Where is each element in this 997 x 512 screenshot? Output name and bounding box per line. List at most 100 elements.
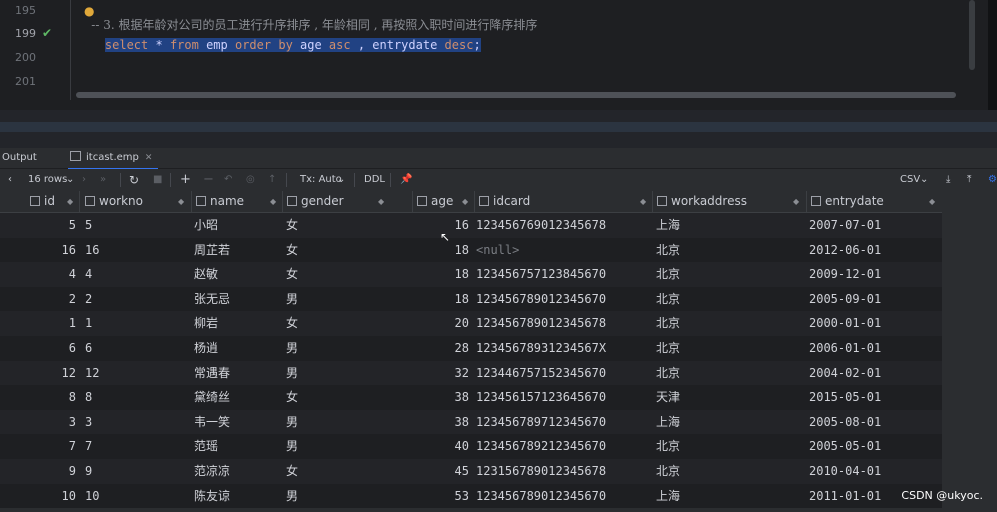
cell-age[interactable]: 18 xyxy=(417,262,469,287)
cell-workno[interactable]: 8 xyxy=(85,385,185,410)
cell-id[interactable]: 2 xyxy=(30,287,76,312)
tab-itcast-emp[interactable]: itcast.emp ✕ xyxy=(68,148,159,170)
cell-name[interactable]: 范瑶 xyxy=(194,434,279,459)
table-row[interactable]: 1 1 柳岩女 20 123456789012345678 北京 2000-01-01 xyxy=(0,311,942,336)
cell-id[interactable]: 7 xyxy=(30,434,76,459)
cell-idcard[interactable]: 123456789212345670 xyxy=(476,434,648,459)
cell-idcard[interactable]: 123456789712345670 xyxy=(476,410,648,435)
splitter[interactable] xyxy=(0,122,997,132)
cell-id[interactable]: 3 xyxy=(30,410,76,435)
pin-icon[interactable]: 📌 xyxy=(400,169,412,191)
cell-id[interactable]: 9 xyxy=(30,459,76,484)
table-row[interactable]: 2 2 张无忌男 18 123456789012345670 北京 2005-09-01 xyxy=(0,286,942,312)
cell-age[interactable]: 38 xyxy=(417,385,469,410)
delete-row-icon[interactable]: − xyxy=(203,169,214,191)
column-header-age[interactable]: age xyxy=(417,191,453,212)
cell-age[interactable]: 38 xyxy=(417,410,469,435)
cell-entrydate[interactable]: 2009-12-01 xyxy=(809,262,939,287)
table-row[interactable]: 16 16 周芷若女 18 <null> 北京 2012-06-01 xyxy=(0,237,942,263)
sort-icon[interactable]: ◆ xyxy=(67,191,73,212)
cell-idcard[interactable]: 123156789012345678 xyxy=(476,459,648,484)
cell-gender[interactable]: 男 xyxy=(286,336,406,361)
cell-id[interactable]: 8 xyxy=(30,385,76,410)
cell-workaddress[interactable]: 天津 xyxy=(656,385,802,410)
cell-id[interactable]: 16 xyxy=(30,238,76,263)
cell-id[interactable]: 1 xyxy=(30,311,76,336)
table-row[interactable]: 6 6 杨逍男 28 12345678931234567X 北京 2006-01-01 xyxy=(0,335,942,361)
column-header-entrydate[interactable]: entrydate xyxy=(811,191,884,212)
table-row[interactable]: 12 12 常遇春男 32 123446757152345670 北京 2004-02-01 xyxy=(0,360,942,386)
cell-workno[interactable]: 16 xyxy=(85,238,185,263)
cell-age[interactable]: 18 xyxy=(417,287,469,312)
ddl-button[interactable]: DDL xyxy=(364,169,385,191)
cell-id[interactable]: 6 xyxy=(30,336,76,361)
cell-workaddress[interactable]: 北京 xyxy=(656,361,802,386)
cell-idcard[interactable]: 123456769012345678 xyxy=(476,213,648,238)
cell-workno[interactable]: 7 xyxy=(85,434,185,459)
last-page-icon[interactable]: » xyxy=(100,169,106,191)
cell-entrydate[interactable]: 2000-01-01 xyxy=(809,311,939,336)
cell-workaddress[interactable]: 北京 xyxy=(656,262,802,287)
cell-gender[interactable]: 男 xyxy=(286,287,406,312)
cell-workaddress[interactable]: 北京 xyxy=(656,238,802,263)
cell-workaddress[interactable]: 北京 xyxy=(656,434,802,459)
cell-workno[interactable]: 1 xyxy=(85,311,185,336)
first-page-icon[interactable]: ‹ xyxy=(8,169,12,191)
column-header-workno[interactable]: workno xyxy=(85,191,143,212)
upload-icon[interactable]: ⤒ xyxy=(967,169,971,191)
cell-workaddress[interactable]: 北京 xyxy=(656,311,802,336)
cell-id[interactable]: 10 xyxy=(30,484,76,509)
tab-output[interactable]: Output xyxy=(2,148,37,168)
cell-entrydate[interactable]: 2005-05-01 xyxy=(809,434,939,459)
cell-workno[interactable]: 3 xyxy=(85,410,185,435)
sort-icon[interactable]: ◆ xyxy=(462,191,468,212)
cell-entrydate[interactable]: 2005-08-01 xyxy=(809,410,939,435)
table-row[interactable]: 5 5 小昭女 16 123456769012345678 上海 2007-07-01 xyxy=(0,213,942,238)
cell-id[interactable]: 5 xyxy=(30,213,76,238)
cell-workaddress[interactable]: 北京 xyxy=(656,336,802,361)
table-row[interactable]: 7 7 范瑶男 40 123456789212345670 北京 2005-05-01 xyxy=(0,434,942,459)
column-header-workaddress[interactable]: workaddress xyxy=(657,191,747,212)
cell-age[interactable]: 32 xyxy=(417,361,469,386)
sql-line[interactable]: select * from emp order by age asc , ent… xyxy=(76,24,481,52)
cell-idcard[interactable]: 123446757152345670 xyxy=(476,361,648,386)
submit-icon[interactable]: ↑ xyxy=(268,169,276,191)
cell-workno[interactable]: 5 xyxy=(85,213,185,238)
cell-idcard[interactable]: 123456157123645670 xyxy=(476,385,648,410)
cell-workaddress[interactable]: 北京 xyxy=(656,459,802,484)
sql-statement[interactable]: select * from emp order by age asc , ent… xyxy=(104,38,481,52)
cell-name[interactable]: 韦一笑 xyxy=(194,410,279,435)
cell-entrydate[interactable]: 2006-01-01 xyxy=(809,336,939,361)
cell-workno[interactable]: 2 xyxy=(85,287,185,312)
table-row[interactable]: 9 9 范凉凉女 45 123156789012345678 北京 2010-04-01 xyxy=(0,458,942,484)
cell-age[interactable]: 20 xyxy=(417,311,469,336)
sql-editor[interactable]: 195 199 200 201 ✔ -- 3. 根据年龄对公司的员工进行升序排序… xyxy=(0,0,997,110)
cell-gender[interactable]: 男 xyxy=(286,484,406,509)
cell-age[interactable]: 53 xyxy=(417,484,469,509)
sort-icon[interactable]: ◆ xyxy=(378,191,384,212)
cell-entrydate[interactable]: 2010-04-01 xyxy=(809,459,939,484)
revert-icon[interactable]: ↶ xyxy=(224,169,232,191)
cell-workno[interactable]: 12 xyxy=(85,361,185,386)
preview-icon[interactable]: ◎ xyxy=(246,169,255,191)
cell-gender[interactable]: 男 xyxy=(286,361,406,386)
column-header-name[interactable]: name xyxy=(196,191,244,212)
cell-age[interactable]: 45 xyxy=(417,459,469,484)
table-row[interactable]: 4 4 赵敏女 18 123456757123845670 北京 2009-12-01 xyxy=(0,262,942,287)
sort-icon[interactable]: ◆ xyxy=(793,191,799,212)
cell-name[interactable]: 常遇春 xyxy=(194,361,279,386)
cell-workaddress[interactable]: 上海 xyxy=(656,410,802,435)
cell-gender[interactable]: 女 xyxy=(286,385,406,410)
cell-name[interactable]: 小昭 xyxy=(194,213,279,238)
cell-entrydate[interactable]: 2012-06-01 xyxy=(809,238,939,263)
cell-idcard[interactable]: <null> xyxy=(476,238,648,263)
cell-name[interactable]: 陈友谅 xyxy=(194,484,279,509)
cell-workaddress[interactable]: 上海 xyxy=(656,213,802,238)
cell-idcard[interactable]: 123456789012345670 xyxy=(476,484,648,509)
cell-idcard[interactable]: 12345678931234567X xyxy=(476,336,648,361)
add-row-icon[interactable]: + xyxy=(180,169,191,191)
cell-workno[interactable]: 9 xyxy=(85,459,185,484)
sort-icon[interactable]: ◆ xyxy=(929,191,935,212)
sort-icon[interactable]: ◆ xyxy=(270,191,276,212)
sort-icon[interactable]: ◆ xyxy=(640,191,646,212)
